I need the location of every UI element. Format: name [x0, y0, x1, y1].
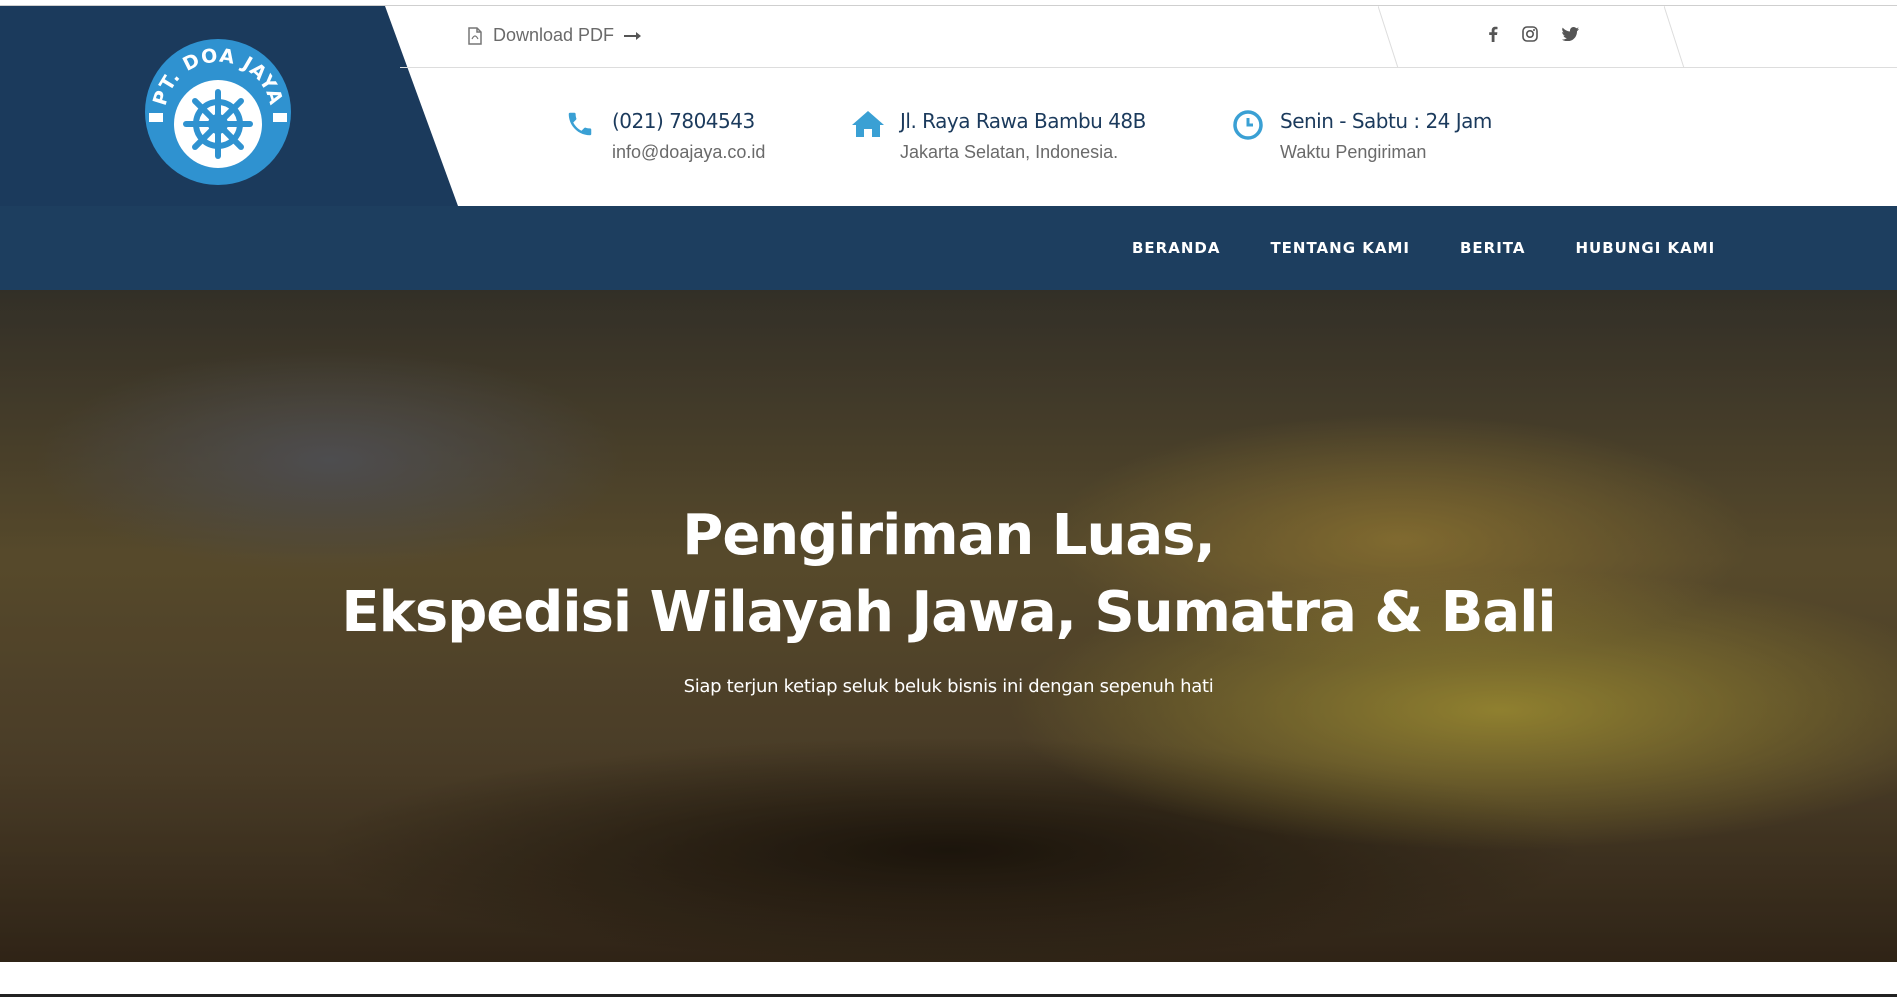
hours-title: Senin - Sabtu : 24 Jam — [1280, 109, 1492, 133]
arrow-right-icon — [624, 31, 642, 40]
hero-title-line2: Ekspedisi Wilayah Jawa, Sumatra & Bali — [341, 580, 1556, 645]
company-logo[interactable]: PT. DOA JAYA — [143, 37, 293, 187]
nav-item-beranda[interactable]: BERANDA — [1132, 239, 1220, 257]
address-city: Jakarta Selatan, Indonesia. — [900, 142, 1119, 162]
hero-title-line1: Pengiriman Luas, — [682, 503, 1215, 568]
social-divider-left — [1378, 6, 1399, 68]
download-pdf-link[interactable]: Download PDF — [467, 25, 642, 46]
download-pdf-label: Download PDF — [493, 25, 615, 45]
logo-mark: PT. DOA JAYA — [145, 39, 291, 185]
social-links — [1378, 6, 1688, 68]
phone-number[interactable]: (021) 7804543 — [612, 109, 765, 133]
home-icon — [850, 109, 886, 145]
nav-item-hubungi-kami[interactable]: HUBUNGI KAMI — [1576, 239, 1716, 257]
nav-item-berita[interactable]: BERITA — [1460, 239, 1526, 257]
instagram-icon[interactable] — [1522, 26, 1538, 47]
main-nav: BERANDA TENTANG KAMI BERITA HUBUNGI KAMI — [0, 206, 1897, 290]
clock-icon — [1230, 109, 1266, 145]
top-bar: Download PDF — [400, 6, 1897, 68]
pdf-file-icon — [468, 26, 482, 45]
hours-sub: Waktu Pengiriman — [1280, 142, 1427, 162]
social-divider-right — [1664, 6, 1685, 68]
facebook-icon[interactable] — [1488, 26, 1498, 47]
contact-phone: (021) 7804543 info@doajaya.co.id — [562, 109, 765, 163]
twitter-icon[interactable] — [1562, 27, 1579, 46]
nav-item-tentang-kami[interactable]: TENTANG KAMI — [1270, 239, 1410, 257]
address-street: Jl. Raya Rawa Bambu 48B — [900, 109, 1146, 133]
hero-subtitle: Siap terjun ketiap seluk beluk bisnis in… — [683, 676, 1214, 697]
contact-address: Jl. Raya Rawa Bambu 48B Jakarta Selatan,… — [850, 109, 1146, 163]
contact-hours: Senin - Sabtu : 24 Jam Waktu Pengiriman — [1230, 109, 1492, 163]
email-address[interactable]: info@doajaya.co.id — [612, 142, 765, 163]
phone-icon — [562, 109, 598, 145]
hero-banner: Pengiriman Luas, Ekspedisi Wilayah Jawa,… — [0, 290, 1897, 962]
